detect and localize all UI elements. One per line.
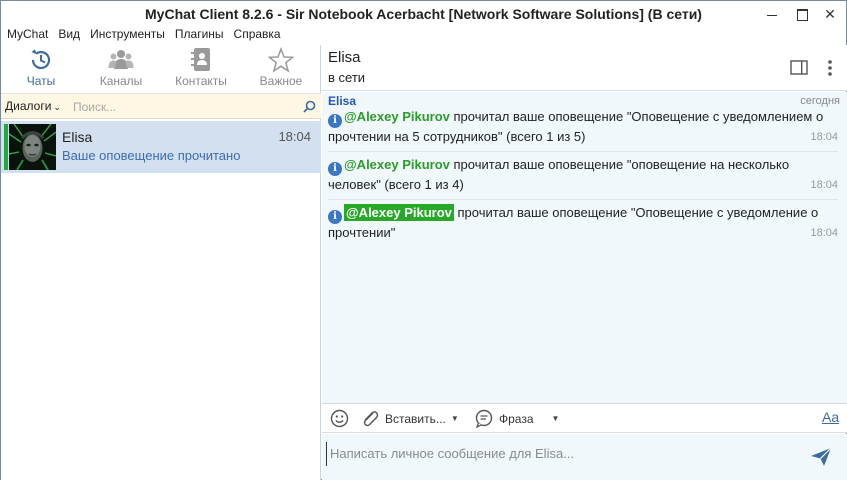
more-options-icon[interactable] <box>827 59 833 77</box>
emoji-button[interactable] <box>330 409 349 428</box>
message-time: 18:04 <box>810 227 838 239</box>
chat-item-name: Elisa <box>62 129 93 145</box>
app-window: MyChat Client 8.2.6 - Sir Notebook Acerb… <box>0 0 847 480</box>
message-divider <box>328 199 838 200</box>
dialog-filter-bar: Диалоги ⌄ <box>1 93 321 119</box>
tab-contacts[interactable]: Контакты <box>161 45 241 91</box>
paperclip-icon <box>363 411 379 427</box>
tab-chats[interactable]: Чаты <box>1 45 81 91</box>
people-icon <box>108 50 134 69</box>
tab-important-label: Важное <box>259 74 303 88</box>
title-bar: MyChat Client 8.2.6 - Sir Notebook Acerb… <box>1 1 846 27</box>
tab-chats-label: Чаты <box>26 74 56 88</box>
address-book-icon <box>191 48 210 71</box>
history-icon <box>31 49 51 70</box>
menu-mychat[interactable]: MyChat <box>1 27 53 43</box>
info-icon: i <box>328 210 342 224</box>
send-icon[interactable] <box>810 447 832 467</box>
phrase-label: Фраза <box>499 411 534 426</box>
menu-view[interactable]: Вид <box>53 27 85 43</box>
window-title: MyChat Client 8.2.6 - Sir Notebook Acerb… <box>145 6 702 22</box>
online-status-indicator <box>4 124 8 170</box>
star-icon <box>268 47 294 73</box>
info-icon: i <box>328 162 342 176</box>
left-pane: Чаты Каналы Контакты Важное Диалоги ⌄ По… <box>1 45 321 480</box>
message-item: i @Alexey Pikurov прочитал ваше оповещени… <box>328 108 838 146</box>
nav-tabs: Чаты Каналы Контакты Важное <box>1 45 321 91</box>
text-format-button[interactable]: Aa <box>822 409 839 425</box>
tab-important[interactable]: Важное <box>241 45 321 91</box>
tab-contacts-label: Контакты <box>175 74 227 88</box>
phrase-button[interactable]: Фраза ▼ <box>474 409 559 428</box>
smiley-icon <box>330 409 349 428</box>
tab-channels[interactable]: Каналы <box>81 45 161 91</box>
user-mention-link[interactable]: @Alexey Pikurov <box>344 204 454 221</box>
menu-plugins[interactable]: Плагины <box>170 27 229 43</box>
message-area: Elisa сегодня i @Alexey Pikurov прочитал … <box>322 92 847 403</box>
message-item: i @Alexey Pikurov прочитал ваше оповещени… <box>328 204 838 242</box>
message-time: 18:04 <box>810 131 838 143</box>
message-divider <box>328 151 838 152</box>
search-icon[interactable] <box>303 100 316 113</box>
message-item: i @Alexey Pikurov прочитал ваше оповещени… <box>328 156 838 194</box>
date-label: сегодня <box>800 95 840 107</box>
caret-down-icon: ▼ <box>551 414 560 423</box>
minimize-button[interactable] <box>760 4 784 24</box>
message-composer <box>322 434 847 480</box>
font-format-icon: Aa <box>822 409 840 425</box>
user-mention-link[interactable]: @Alexey Pikurov <box>344 109 450 124</box>
dialog-type-dropdown[interactable]: Диалоги ⌄ <box>5 99 61 113</box>
paste-button[interactable]: Вставить... ▼ <box>360 409 459 428</box>
menu-tools[interactable]: Инструменты <box>85 27 170 43</box>
info-icon: i <box>328 114 342 128</box>
message-sender: Elisa <box>328 94 357 108</box>
caret-down-icon: ▼ <box>450 414 459 423</box>
message-time: 18:04 <box>810 179 838 191</box>
chevron-down-icon: ⌄ <box>53 102 61 112</box>
menu-help[interactable]: Справка <box>229 27 286 43</box>
avatar <box>9 124 56 170</box>
chat-contact-name: Elisa <box>328 49 361 66</box>
right-pane: Elisa в сети Elisa сегодня i @Alexey Piku… <box>322 45 847 480</box>
side-panel-icon[interactable] <box>790 60 808 75</box>
dialog-type-label: Диалоги <box>5 99 52 113</box>
chat-item-preview: Ваше оповещение прочитано <box>62 148 241 163</box>
chat-item-time: 18:04 <box>278 129 311 144</box>
message-input[interactable] <box>326 442 796 466</box>
paste-label: Вставить... <box>385 411 446 426</box>
close-button[interactable]: ✕ <box>818 4 842 24</box>
search-input[interactable] <box>73 97 293 117</box>
maximize-button[interactable] <box>790 4 814 24</box>
speech-bubble-icon <box>475 409 493 428</box>
tab-channels-label: Каналы <box>99 74 143 88</box>
chat-header: Elisa в сети <box>322 45 847 91</box>
menu-bar: MyChat Вид Инструменты Плагины Справка <box>1 27 286 43</box>
chat-list-item[interactable]: Elisa 18:04 Ваше оповещение прочитано <box>1 121 321 173</box>
composer-toolbar: Вставить... ▼ Фраза ▼ Aa <box>322 403 847 433</box>
user-mention-link[interactable]: @Alexey Pikurov <box>344 157 450 172</box>
chat-contact-status: в сети <box>328 70 366 85</box>
